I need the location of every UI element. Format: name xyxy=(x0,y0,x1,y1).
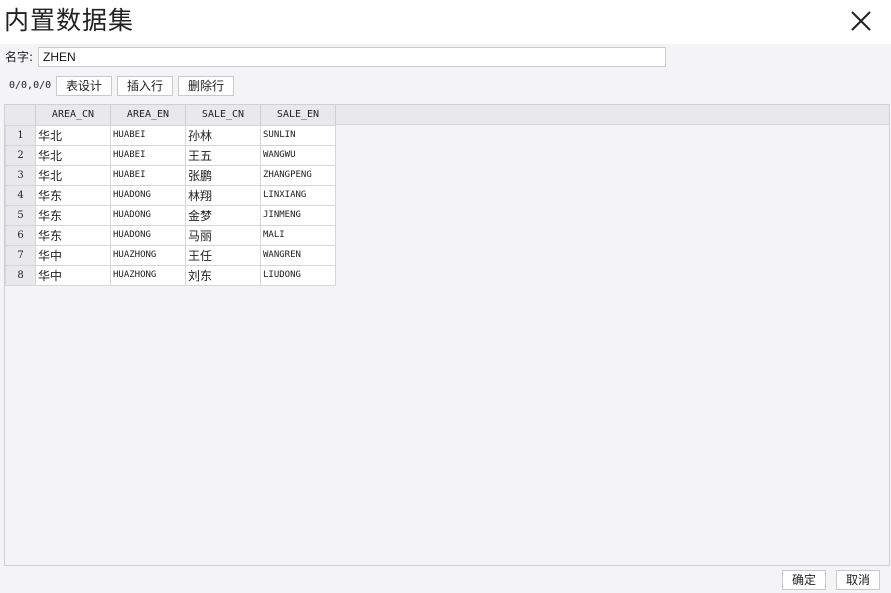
table-cell[interactable]: 华东 xyxy=(35,224,111,246)
close-button[interactable] xyxy=(846,6,876,36)
table-cell[interactable]: 张鹏 xyxy=(185,164,261,186)
table-row[interactable]: 6 华东 HUADONG 马丽 MALI xyxy=(5,224,336,246)
table-cell[interactable]: 华东 xyxy=(35,184,111,206)
table-row[interactable]: 8 华中 HUAZHONG 刘东 LIUDONG xyxy=(5,264,336,286)
column-header[interactable]: SALE_EN xyxy=(260,105,336,125)
row-number[interactable]: 6 xyxy=(5,224,36,246)
table-cell[interactable]: 华中 xyxy=(35,244,111,266)
row-number[interactable]: 7 xyxy=(5,244,36,266)
table-cell[interactable]: 华北 xyxy=(35,144,111,166)
table-cell[interactable]: HUAZHONG xyxy=(110,264,186,286)
table-cell[interactable]: HUABEI xyxy=(110,164,186,186)
table-cell[interactable]: HUADONG xyxy=(110,184,186,206)
row-number-header xyxy=(5,105,36,125)
row-column-counter: 0/0,0/0 xyxy=(9,80,52,91)
table-cell[interactable]: 华中 xyxy=(35,264,111,286)
row-number[interactable]: 3 xyxy=(5,164,36,186)
table-row[interactable]: 1 华北 HUABEI 孙林 SUNLIN xyxy=(5,124,336,146)
grid-body: 1 华北 HUABEI 孙林 SUNLIN 2 华北 HUABEI 王五 WANGWU 3 华北 HUA… xyxy=(5,124,336,286)
table-cell[interactable]: 王任 xyxy=(185,244,261,266)
name-label: 名字: xyxy=(5,50,34,64)
table-design-button[interactable]: 表设计 xyxy=(56,76,112,96)
table-cell[interactable]: HUADONG xyxy=(110,204,186,226)
table-cell[interactable]: 华北 xyxy=(35,124,111,146)
table-cell[interactable]: 林翔 xyxy=(185,184,261,206)
column-header[interactable]: SALE_CN xyxy=(185,105,261,125)
table-cell[interactable]: WANGREN xyxy=(260,244,336,266)
cancel-button[interactable]: 取消 xyxy=(836,570,880,590)
table-cell[interactable]: HUABEI xyxy=(110,124,186,146)
table-row[interactable]: 5 华东 HUADONG 金梦 JINMENG xyxy=(5,204,336,226)
dialog-title-bar: 内置数据集 xyxy=(0,0,891,44)
row-number[interactable]: 2 xyxy=(5,144,36,166)
table-cell[interactable]: 孙林 xyxy=(185,124,261,146)
table-cell[interactable]: 马丽 xyxy=(185,224,261,246)
table-cell[interactable]: 金梦 xyxy=(185,204,261,226)
table-cell[interactable]: HUADONG xyxy=(110,224,186,246)
table-cell[interactable]: LINXIANG xyxy=(260,184,336,206)
row-number[interactable]: 5 xyxy=(5,204,36,226)
data-grid-panel: AREA_CN AREA_EN SALE_CN SALE_EN 1 华北 HUABE… xyxy=(4,104,890,566)
column-header[interactable]: AREA_EN xyxy=(110,105,186,125)
column-header[interactable]: AREA_CN xyxy=(35,105,111,125)
row-number[interactable]: 4 xyxy=(5,184,36,206)
table-cell[interactable]: WANGWU xyxy=(260,144,336,166)
insert-row-button[interactable]: 插入行 xyxy=(117,76,173,96)
table-cell[interactable]: 华北 xyxy=(35,164,111,186)
table-row[interactable]: 3 华北 HUABEI 张鹏 ZHANGPENG xyxy=(5,164,336,186)
name-input[interactable] xyxy=(38,47,666,67)
table-cell[interactable]: 刘东 xyxy=(185,264,261,286)
table-row[interactable]: 2 华北 HUABEI 王五 WANGWU xyxy=(5,144,336,166)
table-row[interactable]: 7 华中 HUAZHONG 王任 WANGREN xyxy=(5,244,336,266)
table-cell[interactable]: ZHANGPENG xyxy=(260,164,336,186)
table-cell[interactable]: HUABEI xyxy=(110,144,186,166)
table-cell[interactable]: MALI xyxy=(260,224,336,246)
table-cell[interactable]: 华东 xyxy=(35,204,111,226)
close-icon xyxy=(851,11,871,31)
ok-button[interactable]: 确定 xyxy=(782,570,826,590)
table-row[interactable]: 4 华东 HUADONG 林翔 LINXIANG xyxy=(5,184,336,206)
table-cell[interactable]: LIUDONG xyxy=(260,264,336,286)
dialog-title: 内置数据集 xyxy=(4,6,135,35)
table-cell[interactable]: 王五 xyxy=(185,144,261,166)
table-cell[interactable]: SUNLIN xyxy=(260,124,336,146)
table-cell[interactable]: HUAZHONG xyxy=(110,244,186,266)
delete-row-button[interactable]: 删除行 xyxy=(178,76,234,96)
data-grid: AREA_CN AREA_EN SALE_CN SALE_EN 1 华北 HUABE… xyxy=(5,105,336,286)
header-row: AREA_CN AREA_EN SALE_CN SALE_EN xyxy=(5,105,336,125)
row-number[interactable]: 1 xyxy=(5,124,36,146)
table-cell[interactable]: JINMENG xyxy=(260,204,336,226)
row-number[interactable]: 8 xyxy=(5,264,36,286)
